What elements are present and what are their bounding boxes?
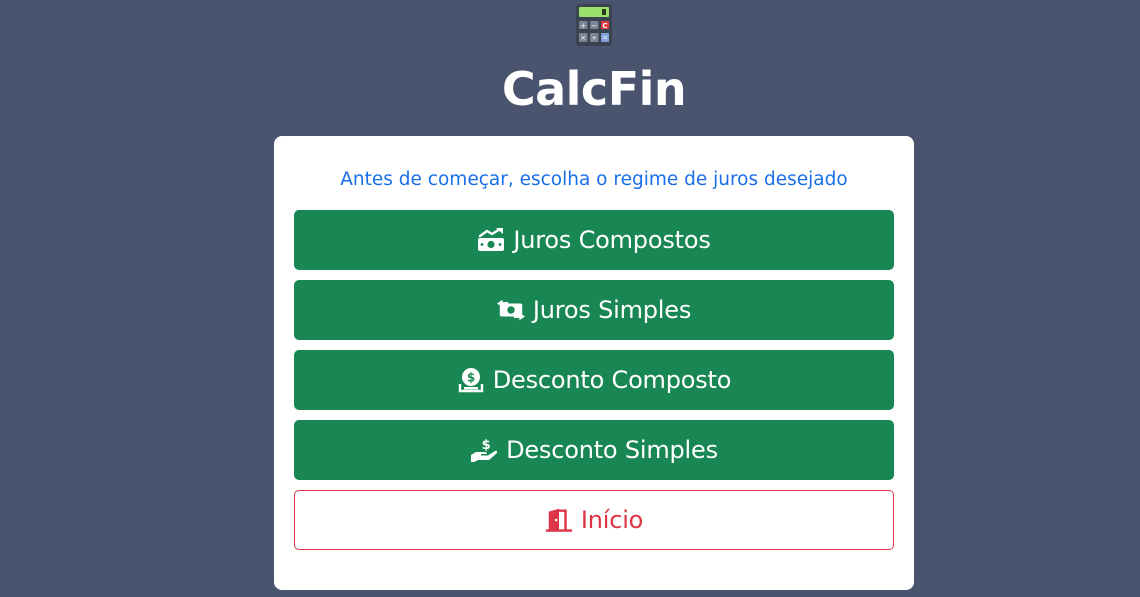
svg-text:$: $: [482, 438, 491, 453]
svg-text:C: C: [602, 22, 607, 30]
svg-text:÷: ÷: [591, 34, 597, 42]
desconto-composto-label: Desconto Composto: [492, 366, 732, 394]
app-title: CalcFin: [501, 62, 687, 116]
money-bill-trend-up-icon: [477, 227, 505, 253]
svg-text:=: =: [602, 34, 608, 42]
door-open-icon: [545, 507, 573, 533]
hand-holding-dollar-icon: $: [470, 437, 498, 463]
inicio-button[interactable]: Início: [294, 490, 894, 550]
regime-selection-card: Antes de começar, escolha o regime de ju…: [274, 136, 914, 590]
calculator-icon: + − C × ÷ =: [576, 4, 612, 46]
juros-simples-label: Juros Simples: [532, 296, 692, 324]
svg-text:×: ×: [580, 34, 586, 42]
money-bill-transfer-icon: [496, 297, 525, 323]
svg-text:+: +: [580, 22, 586, 30]
juros-compostos-label: Juros Compostos: [513, 226, 711, 254]
inicio-label: Início: [580, 506, 644, 534]
desconto-simples-label: Desconto Simples: [506, 436, 718, 464]
juros-compostos-button[interactable]: Juros Compostos: [294, 210, 894, 270]
svg-text:$: $: [467, 371, 475, 385]
svg-text:−: −: [591, 22, 597, 30]
desconto-simples-button[interactable]: $ Desconto Simples: [294, 420, 894, 480]
juros-simples-button[interactable]: Juros Simples: [294, 280, 894, 340]
regime-prompt: Antes de começar, escolha o regime de ju…: [340, 169, 848, 190]
sack-dollar-icon: $: [457, 367, 485, 393]
desconto-composto-button[interactable]: $ Desconto Composto: [294, 350, 894, 410]
page: + − C × ÷ = CalcFin Antes de começar, es…: [0, 0, 1140, 597]
